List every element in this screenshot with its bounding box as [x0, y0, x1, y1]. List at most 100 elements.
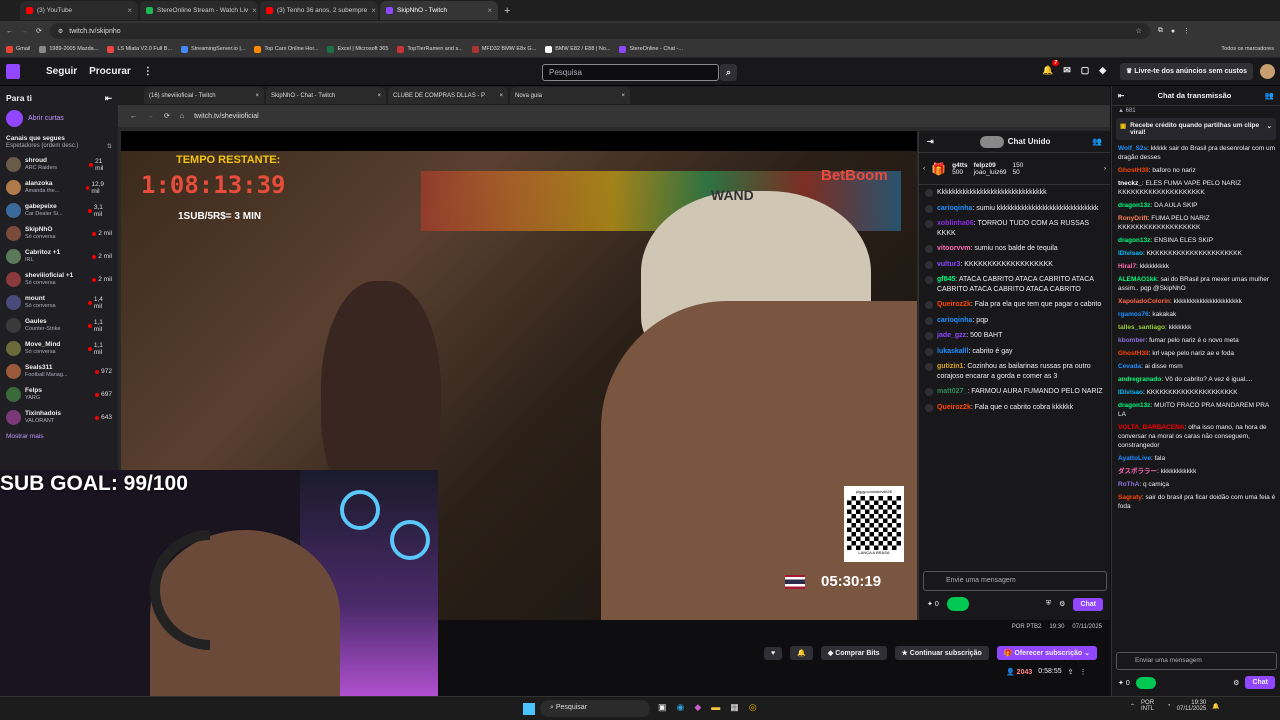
- inner-back-icon[interactable]: ←: [130, 113, 137, 120]
- chat-username[interactable]: VOLTA_BARBACENA: [1118, 424, 1185, 431]
- chat-username[interactable]: tneckz_: [1118, 180, 1142, 187]
- chat-username[interactable]: dragon13z: [1118, 237, 1151, 244]
- sidebar-channel[interactable]: Felps YARG 697: [0, 383, 118, 406]
- chat-username[interactable]: carioqinha: [937, 205, 972, 212]
- address-bar[interactable]: ⚙ twitch.tv/skipnho ☆: [49, 23, 1150, 39]
- chat-username[interactable]: lDivisao: [1118, 250, 1143, 257]
- close-tab-icon[interactable]: ×: [487, 6, 492, 15]
- bookmark-item[interactable]: LS Miata V2.0 Full B...: [107, 45, 172, 53]
- chat-username[interactable]: GhostH3ll: [1118, 350, 1149, 357]
- sidebar-channel[interactable]: SkipNhO Só conversa 2 mil: [0, 222, 118, 245]
- stream-chat-input[interactable]: Enviar uma mensagem: [1116, 652, 1277, 670]
- inbox-icon[interactable]: ✉: [1063, 65, 1071, 76]
- chrome-icon[interactable]: ◎: [749, 702, 757, 713]
- close-tab-icon[interactable]: ×: [371, 6, 376, 15]
- chat-username[interactable]: GhostH3ll: [1118, 167, 1149, 174]
- follow-link[interactable]: Seguir: [46, 66, 77, 77]
- whispers-icon[interactable]: ▢: [1081, 65, 1090, 76]
- chat-username[interactable]: RoThA: [1118, 481, 1139, 488]
- ad-free-button[interactable]: ♛ Livre-te dos anúncios sem custos: [1120, 63, 1254, 80]
- chat-username[interactable]: gutizin1: [937, 363, 963, 370]
- edge-icon[interactable]: ◉: [677, 702, 685, 713]
- promo-banner[interactable]: ▣ Recebe crédito quando partilhas um cli…: [1116, 118, 1276, 140]
- bits-icon[interactable]: ◆: [1099, 65, 1106, 76]
- chat-send-button[interactable]: Chat: [1073, 597, 1103, 611]
- sidebar-channel[interactable]: Seals311 Football Manag... 972: [0, 360, 118, 383]
- users-icon[interactable]: 👥: [1265, 91, 1274, 100]
- profile-icon[interactable]: ●: [1171, 28, 1175, 35]
- bookmark-item[interactable]: Top Cars Online Hor...: [254, 45, 318, 53]
- close-tab-icon[interactable]: ×: [377, 93, 381, 99]
- tray-lang[interactable]: POR INTL: [1141, 700, 1161, 712]
- inner-address-text[interactable]: twitch.tv/sheviiioficial: [194, 113, 259, 120]
- shorts-entry[interactable]: Abrir curtas: [0, 108, 118, 129]
- forward-icon[interactable]: →: [21, 28, 28, 35]
- prev-icon[interactable]: ‹: [923, 165, 925, 172]
- sidebar-channel[interactable]: mount Só conversa 1,4 mil: [0, 291, 118, 314]
- chat-username[interactable]: gf845: [937, 276, 955, 283]
- sidebar-channel[interactable]: shroud ARC Raiders 21 mil: [0, 153, 118, 176]
- chat-username[interactable]: RonyDrift: [1118, 215, 1148, 222]
- chat-username[interactable]: vultur3: [937, 261, 960, 268]
- collapse-icon[interactable]: ⇤: [1118, 91, 1124, 100]
- inner-browser-tab[interactable]: SkipNhO - Chat - Twitch ×: [266, 87, 386, 104]
- bookmark-item[interactable]: Gmail: [6, 45, 30, 53]
- explorer-icon[interactable]: ▬: [711, 702, 720, 713]
- inner-forward-icon[interactable]: →: [147, 113, 154, 120]
- chat-username[interactable]: lDivisao: [1118, 389, 1143, 396]
- collapse-chat-icon[interactable]: ⇥: [927, 137, 934, 146]
- tray-clock[interactable]: 19:30 07/11/2025: [1177, 700, 1207, 712]
- close-tab-icon[interactable]: ×: [127, 6, 132, 15]
- chat-username[interactable]: ダスボララー: [1118, 468, 1157, 475]
- chat-username[interactable]: talles_santiago: [1118, 324, 1165, 331]
- browser-tab[interactable]: SkipNhO - Twitch ×: [380, 1, 498, 20]
- notifications-icon[interactable]: 🔔 7: [1042, 60, 1060, 76]
- show-more-link[interactable]: Mostrar mais: [0, 429, 118, 444]
- sidebar-channel[interactable]: gabepeixe Car Dealer Si... 3,1 mil: [0, 199, 118, 222]
- more-icon[interactable]: ⋮: [143, 66, 153, 77]
- taskbar-search[interactable]: ⌕ Pesquisar: [540, 700, 650, 717]
- sidebar-channel[interactable]: Cabritoz +1 IRL 2 mil: [0, 245, 118, 268]
- more-options-icon[interactable]: ⋮: [1079, 668, 1086, 676]
- new-tab-icon[interactable]: +: [504, 5, 510, 17]
- reload-icon[interactable]: ⟳: [36, 27, 42, 35]
- notifications-icon[interactable]: 🔔: [1212, 703, 1219, 710]
- shield-icon[interactable]: ⛨: [1046, 600, 1051, 608]
- chat-username[interactable]: jade_gzz: [937, 332, 966, 339]
- back-icon[interactable]: ←: [6, 28, 13, 35]
- close-tab-icon[interactable]: ×: [499, 93, 503, 99]
- bell-icon[interactable]: 🔔: [790, 646, 813, 660]
- inner-reload-icon[interactable]: ⟳: [164, 112, 170, 120]
- bookmark-item[interactable]: 1989-2005 Mazda...: [39, 45, 98, 53]
- chat-username[interactable]: Wolf_S2s: [1118, 145, 1147, 152]
- browser-tab[interactable]: StereOnline Stream - Watch Liv ×: [140, 1, 258, 20]
- inner-browser-tab[interactable]: (16) sheviiioficial - Twitch ×: [144, 87, 264, 104]
- bookmark-item[interactable]: Excel | Microsoft 365: [327, 45, 388, 53]
- chat-username[interactable]: XapoladoColorin: [1118, 298, 1170, 305]
- chevron-up-icon[interactable]: ⌃: [1130, 703, 1135, 710]
- chat-username[interactable]: dragon13z: [1118, 402, 1151, 409]
- sidebar-channel[interactable]: alanzoka Amanda the... 12,9 mil: [0, 176, 118, 199]
- site-info-icon[interactable]: ⚙: [58, 28, 63, 35]
- chat-username[interactable]: Queiroz2k: [937, 404, 971, 411]
- chat-username[interactable]: vitoorvvm: [937, 245, 970, 252]
- search-icon[interactable]: ⌕: [720, 64, 737, 81]
- chat-username[interactable]: matt027_: [937, 388, 967, 395]
- users-icon[interactable]: 👥: [1092, 137, 1102, 146]
- chat-username[interactable]: dragon13z: [1118, 202, 1151, 209]
- wifi-icon[interactable]: ◔: [1167, 703, 1171, 709]
- chat-username[interactable]: Hiral7: [1118, 263, 1136, 270]
- next-icon[interactable]: ›: [1104, 165, 1106, 172]
- chat-send-button[interactable]: Chat: [1245, 676, 1275, 689]
- browser-tab[interactable]: (3) Tenho 36 anos, 2 subempre ×: [260, 1, 378, 20]
- chat-username[interactable]: Cevada: [1118, 363, 1141, 370]
- gift-sub-button[interactable]: 🎁 Oferecer subscrição ⌄: [996, 646, 1097, 660]
- bookmark-item[interactable]: StereOnline - Chat -...: [619, 45, 683, 53]
- sort-icon[interactable]: ⇅: [107, 143, 112, 150]
- twitch-logo-icon[interactable]: [6, 64, 20, 79]
- bookmark-item[interactable]: TopTierRamen and s...: [397, 45, 463, 53]
- chat-username[interactable]: AyattoLive: [1118, 455, 1151, 462]
- collapse-icon[interactable]: ⇤: [105, 93, 112, 104]
- heart-icon[interactable]: ♥: [764, 646, 783, 660]
- browser-tab[interactable]: (3) YouTube ×: [20, 1, 138, 20]
